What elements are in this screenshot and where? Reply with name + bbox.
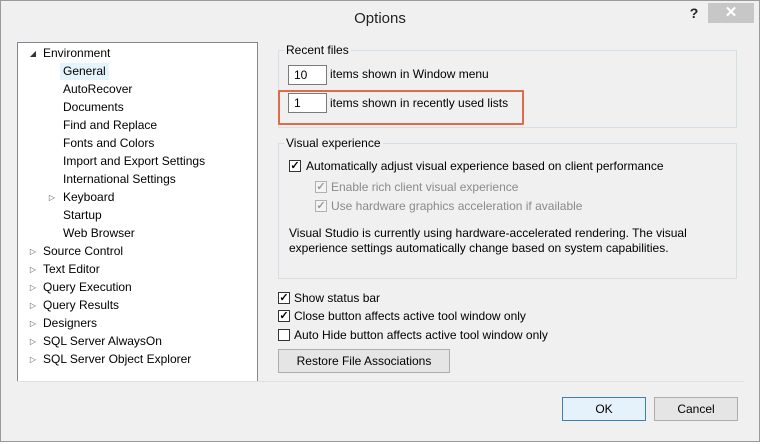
- tree-item-keyboard[interactable]: Keyboard: [63, 189, 114, 206]
- options-tree[interactable]: ◢ Environment General AutoRecover Docume…: [17, 42, 258, 382]
- close-button-checkbox[interactable]: ✓: [278, 310, 290, 322]
- tree-item-source-control[interactable]: Source Control: [43, 243, 123, 260]
- close-button[interactable]: ✕: [708, 3, 754, 23]
- help-button[interactable]: ?: [684, 5, 704, 23]
- title-bar: Options ? ✕: [1, 1, 759, 35]
- tree-item-sql-server-alwayson[interactable]: SQL Server AlwaysOn: [43, 333, 162, 350]
- tree-item-web-browser[interactable]: Web Browser: [63, 225, 135, 242]
- cancel-button[interactable]: Cancel: [654, 397, 738, 421]
- expand-icon[interactable]: ▷: [28, 279, 38, 296]
- tree-item-query-results[interactable]: Query Results: [43, 297, 119, 314]
- tree-item-environment[interactable]: Environment: [43, 45, 110, 62]
- show-status-bar-label: Show status bar: [294, 291, 381, 305]
- tree-item-text-editor[interactable]: Text Editor: [43, 261, 100, 278]
- show-status-bar-checkbox[interactable]: ✓: [278, 292, 290, 304]
- divider: [17, 381, 744, 382]
- render-info-line2: experience settings automatically change…: [289, 241, 669, 255]
- window-menu-count-label: items shown in Window menu: [330, 67, 489, 81]
- close-button-label: Close button affects active tool window …: [294, 309, 526, 323]
- recent-files-title: Recent files: [284, 43, 351, 57]
- tree-item-autorecover[interactable]: AutoRecover: [63, 81, 132, 98]
- tree-item-find-and-replace[interactable]: Find and Replace: [63, 117, 157, 134]
- window-menu-count-input[interactable]: 10: [288, 65, 327, 85]
- expand-icon[interactable]: ▷: [28, 351, 38, 368]
- tree-item-sql-object-explorer[interactable]: SQL Server Object Explorer: [43, 351, 191, 368]
- tree-item-designers[interactable]: Designers: [43, 315, 97, 332]
- auto-adjust-label: Automatically adjust visual experience b…: [306, 159, 664, 173]
- expand-icon[interactable]: ▷: [47, 189, 57, 206]
- rich-client-checkbox[interactable]: ✓: [315, 181, 327, 193]
- tree-item-import-export[interactable]: Import and Export Settings: [63, 153, 205, 170]
- expand-icon[interactable]: ▷: [28, 333, 38, 350]
- expand-icon[interactable]: ▷: [28, 315, 38, 332]
- auto-adjust-checkbox[interactable]: ✓: [289, 160, 301, 172]
- expand-icon[interactable]: ▷: [28, 297, 38, 314]
- restore-file-associations-button[interactable]: Restore File Associations: [278, 349, 450, 373]
- render-info-line1: Visual Studio is currently using hardwar…: [289, 226, 687, 240]
- ok-button[interactable]: OK: [562, 397, 646, 421]
- expand-icon[interactable]: ▷: [28, 243, 38, 260]
- hw-accel-label: Use hardware graphics acceleration if av…: [331, 199, 583, 213]
- tree-item-query-execution[interactable]: Query Execution: [43, 279, 132, 296]
- auto-hide-label: Auto Hide button affects active tool win…: [294, 328, 548, 342]
- auto-hide-checkbox[interactable]: [278, 329, 290, 341]
- highlight-box: [278, 90, 524, 125]
- tree-item-startup[interactable]: Startup: [63, 207, 102, 224]
- collapse-icon[interactable]: ◢: [28, 45, 38, 62]
- visual-experience-title: Visual experience: [284, 136, 383, 150]
- dialog-title: Options: [354, 10, 406, 27]
- options-dialog: Options ? ✕ ◢ Environment General AutoRe…: [0, 0, 760, 442]
- expand-icon[interactable]: ▷: [28, 261, 38, 278]
- tree-item-documents[interactable]: Documents: [63, 99, 124, 116]
- tree-item-general[interactable]: General: [60, 63, 109, 80]
- tree-item-international[interactable]: International Settings: [63, 171, 176, 188]
- tree-item-fonts-and-colors[interactable]: Fonts and Colors: [63, 135, 154, 152]
- rich-client-label: Enable rich client visual experience: [331, 180, 519, 194]
- hw-accel-checkbox[interactable]: ✓: [315, 200, 327, 212]
